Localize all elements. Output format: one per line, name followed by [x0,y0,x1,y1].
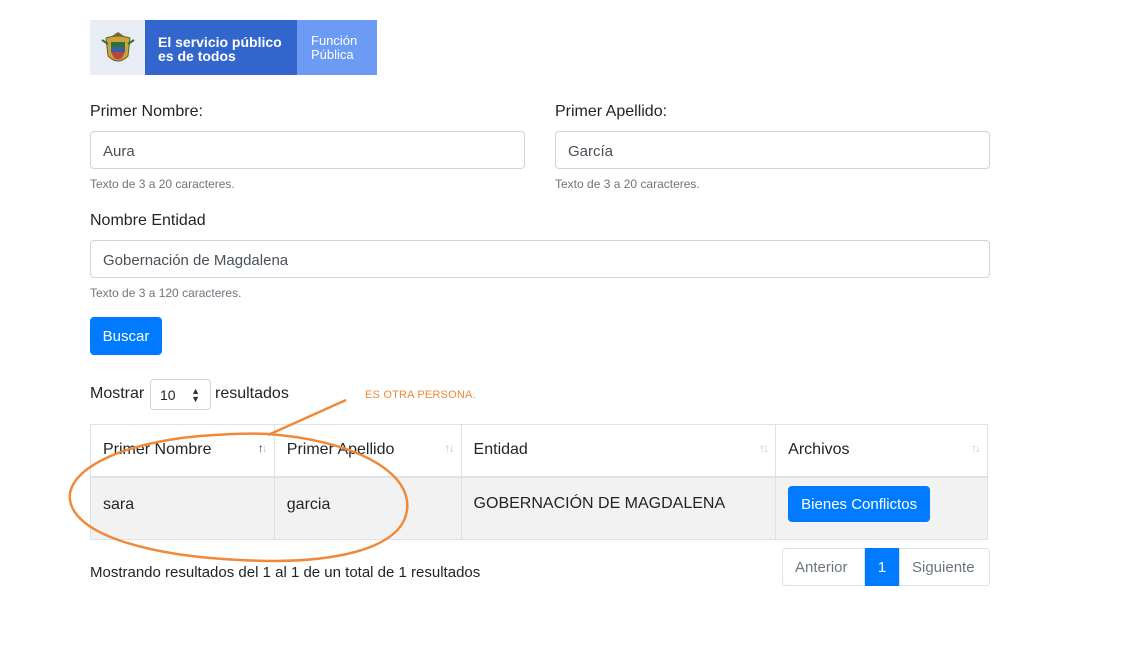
slogan-text: El servicio público es de todos [145,20,297,75]
last-name-input[interactable]: García [555,131,990,169]
entity-label: Nombre Entidad [90,212,206,229]
search-button[interactable]: Buscar [90,317,162,355]
brand-banner: El servicio público es de todos Función … [90,20,377,75]
column-header-label: Entidad [473,441,528,458]
pagination-current-page[interactable]: 1 [865,548,899,586]
results-table: Primer Nombre ↑↓ Primer Apellido ↑↓ Enti… [90,424,988,540]
page-size-select[interactable]: 10 ▲ ▼ [150,379,211,410]
results-label: resultados [215,385,289,402]
pagination: Anterior 1 Siguiente [782,548,990,586]
show-label: Mostrar [90,385,145,402]
sort-icon: ↑↓ [759,441,769,455]
coat-of-arms-icon [90,20,145,75]
table-row: sara garcia GOBERNACIÓN DE MAGDALENA Bie… [90,476,988,540]
pagination-next[interactable]: Siguiente [899,548,990,586]
column-header-first-name[interactable]: Primer Nombre ↑↓ [90,424,275,478]
first-name-input[interactable]: Aura [90,131,525,169]
column-header-label: Primer Apellido [286,441,395,458]
table-info: Mostrando resultados del 1 al 1 de un to… [90,564,481,581]
entity-help: Texto de 3 a 120 caracteres. [90,286,242,300]
sort-caret-icon: ▲ ▼ [191,386,200,404]
column-header-label: Primer Nombre [103,441,212,458]
table-header-row: Primer Nombre ↑↓ Primer Apellido ↑↓ Enti… [90,424,988,478]
column-header-label: Archivos [788,441,850,458]
last-name-label: Primer Apellido: [555,103,668,120]
annotation-text: ES OTRA PERSONA. [365,389,476,401]
column-header-last-name[interactable]: Primer Apellido ↑↓ [273,424,462,478]
cell-last-name: garcia [273,476,462,540]
cell-files: Bienes Conflictos [775,476,988,540]
sort-icon: ↑↓ [971,441,981,455]
column-header-files[interactable]: Archivos ↑↓ [775,424,988,478]
conflicts-button[interactable]: Bienes Conflictos [788,485,931,522]
brand-name: Función Pública [297,20,377,75]
page-size-value: 10 [160,387,176,403]
entity-input[interactable]: Gobernación de Magdalena [90,240,990,278]
sort-asc-icon: ↑↓ [257,441,268,455]
cell-entity: GOBERNACIÓN DE MAGDALENA [460,476,777,540]
first-name-label: Primer Nombre: [90,103,203,120]
cell-first-name: sara [90,476,275,540]
first-name-help: Texto de 3 a 20 caracteres. [90,177,235,191]
sort-icon: ↑↓ [444,441,455,455]
last-name-help: Texto de 3 a 20 caracteres. [555,177,700,191]
column-header-entity[interactable]: Entidad ↑↓ [460,424,777,478]
pagination-previous[interactable]: Anterior [782,548,865,586]
